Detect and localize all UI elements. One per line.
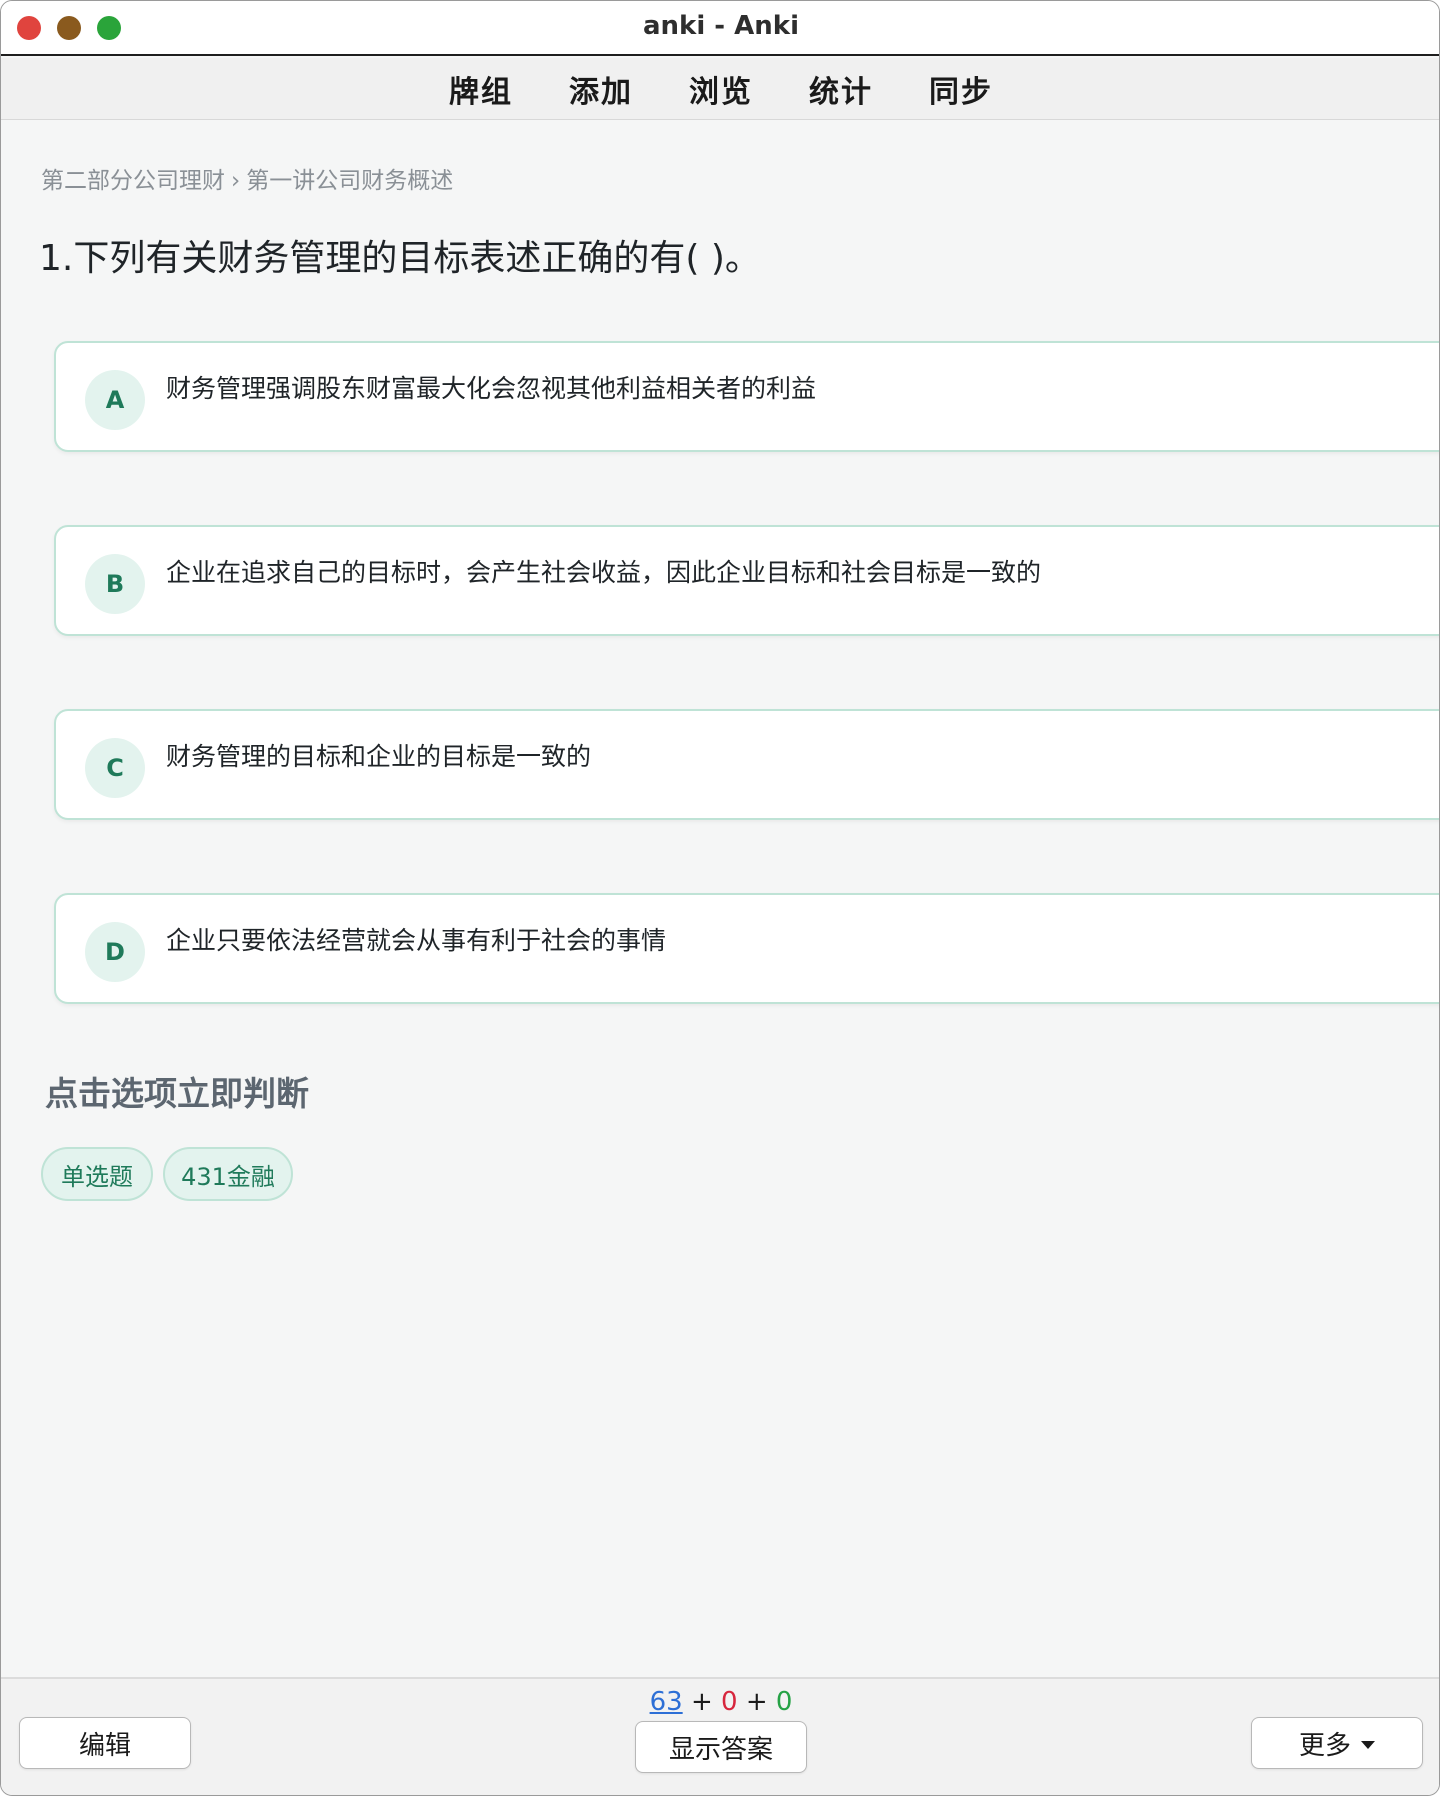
breadcrumb-part: 第二部分公司理财 — [41, 168, 225, 194]
new-count[interactable]: 63 — [650, 1687, 683, 1717]
breadcrumb-part: 第一讲公司财务概述 — [246, 168, 454, 194]
option-c[interactable]: C 财务管理的目标和企业的目标是一致的 — [54, 709, 1439, 820]
due-counts: 63 + 0 + 0 — [1, 1687, 1439, 1717]
top-menu: 牌组 添加 浏览 统计 同步 — [1, 58, 1439, 120]
title-bar: anki - Anki — [1, 1, 1439, 56]
menu-browse[interactable]: 浏览 — [689, 67, 753, 111]
window-title: anki - Anki — [643, 11, 799, 41]
breadcrumb: 第二部分公司理财 › 第一讲公司财务概述 — [41, 161, 453, 195]
edit-button[interactable]: 编辑 — [19, 1717, 191, 1769]
option-b[interactable]: B 企业在追求自己的目标时，会产生社会收益，因此企业目标和社会目标是一致的 — [54, 525, 1439, 636]
count-separator: + — [690, 1687, 713, 1717]
anki-window: anki - Anki 牌组 添加 浏览 统计 同步 第二部分公司理财 › 第一讲公… — [0, 0, 1440, 1796]
option-letter-badge: D — [85, 922, 145, 982]
question-text: 1.下列有关财务管理的目标表述正确的有( )。 — [39, 238, 761, 279]
chevron-down-icon — [1361, 1741, 1375, 1749]
hint-text: 点击选项立即判断 — [45, 1074, 309, 1113]
option-letter-badge: A — [85, 370, 145, 430]
more-button[interactable]: 更多 — [1251, 1717, 1423, 1769]
option-text: 企业在追求自己的目标时，会产生社会收益，因此企业目标和社会目标是一致的 — [166, 558, 1042, 587]
option-letter-badge: B — [85, 554, 145, 614]
learn-count: 0 — [721, 1687, 738, 1717]
option-a[interactable]: A 财务管理强调股东财富最大化会忽视其他利益相关者的利益 — [54, 341, 1439, 452]
review-count: 0 — [775, 1687, 793, 1717]
show-answer-label: 显示答案 — [668, 1734, 773, 1765]
tag-chip[interactable]: 431金融 — [163, 1147, 293, 1201]
option-letter-badge: C — [85, 738, 145, 798]
tag-chip[interactable]: 单选题 — [41, 1147, 153, 1201]
option-text: 企业只要依法经营就会从事有利于社会的事情 — [166, 926, 667, 955]
breadcrumb-separator: › — [231, 168, 241, 194]
menu-decks[interactable]: 牌组 — [449, 67, 513, 111]
show-answer-button[interactable]: 显示答案 — [635, 1721, 807, 1773]
menu-sync[interactable]: 同步 — [929, 67, 993, 111]
option-d[interactable]: D 企业只要依法经营就会从事有利于社会的事情 — [54, 893, 1439, 1004]
option-text: 财务管理的目标和企业的目标是一致的 — [166, 742, 592, 771]
option-text: 财务管理强调股东财富最大化会忽视其他利益相关者的利益 — [166, 374, 817, 403]
menu-stats[interactable]: 统计 — [809, 67, 873, 111]
menu-add[interactable]: 添加 — [569, 67, 633, 111]
edit-button-label: 编辑 — [78, 1730, 131, 1761]
count-separator: + — [745, 1687, 768, 1717]
more-button-label: 更多 — [1298, 1730, 1351, 1761]
